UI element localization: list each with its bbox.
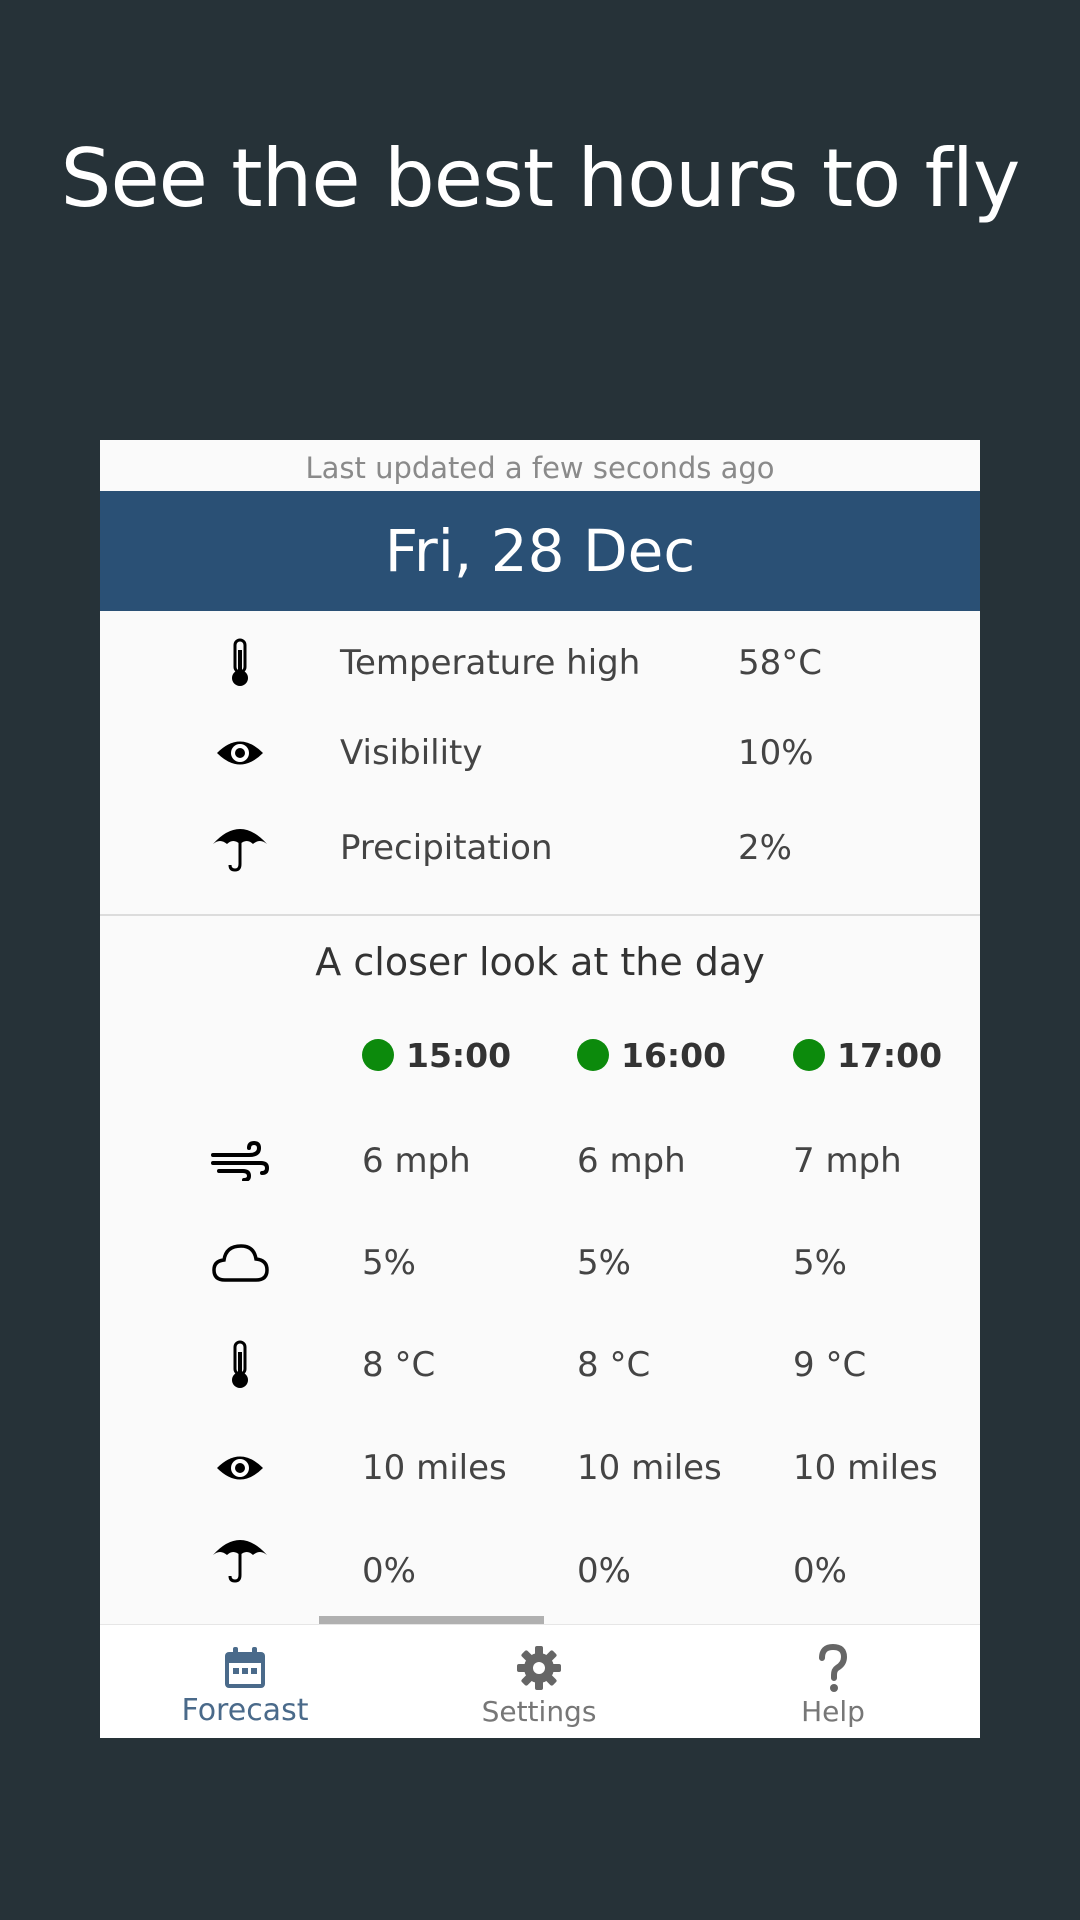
temperature-value: 9 °C	[793, 1345, 867, 1385]
umbrella-icon	[208, 821, 272, 875]
nav-settings-label: Settings	[481, 1695, 597, 1728]
temperature-value: 8 °C	[577, 1345, 651, 1385]
visibility-value: 10 miles	[362, 1448, 507, 1488]
hour-column-header[interactable]: 16:00	[577, 1030, 726, 1080]
umbrella-icon	[208, 1532, 272, 1586]
hour-column-header[interactable]: 17:00	[793, 1030, 942, 1080]
summary-row-temperature: Temperature high 58°C	[100, 628, 980, 698]
wind-value: 6 mph	[577, 1141, 686, 1181]
section-title: A closer look at the day	[315, 940, 765, 984]
status-dot	[362, 1039, 394, 1071]
detail-row-precipitation: 0% 0% 0%	[100, 1536, 980, 1606]
headline: See the best hours to fly	[60, 132, 1021, 225]
cloud-value: 5%	[793, 1243, 847, 1283]
detail-row-wind: 6 mph 6 mph 7 mph	[100, 1126, 980, 1196]
precipitation-value: 0%	[793, 1551, 847, 1591]
question-icon	[808, 1643, 858, 1693]
temperature-value: 8 °C	[362, 1345, 436, 1385]
summary-value: 2%	[738, 828, 792, 868]
gear-icon	[514, 1643, 564, 1693]
forecast-card: Last updated a few seconds ago Fri, 28 D…	[100, 440, 980, 1738]
wind-value: 6 mph	[362, 1141, 471, 1181]
summary-row-precipitation: Precipitation 2%	[100, 813, 980, 883]
nav-settings[interactable]: Settings	[439, 1625, 639, 1738]
hour-label: 15:00	[406, 1035, 512, 1075]
precipitation-value: 0%	[577, 1551, 631, 1591]
cloud-value: 5%	[577, 1243, 631, 1283]
nav-forecast-label: Forecast	[181, 1693, 309, 1728]
eye-icon	[208, 726, 272, 780]
thermometer-icon	[208, 1338, 272, 1392]
summary-row-visibility: Visibility 10%	[100, 718, 980, 788]
summary-label: Visibility	[340, 733, 483, 773]
bottom-navigation: Forecast Settings Help	[100, 1624, 980, 1738]
summary-value: 10%	[738, 733, 814, 773]
cloud-value: 5%	[362, 1243, 416, 1283]
summary-label: Temperature high	[340, 643, 641, 683]
wind-icon	[208, 1134, 272, 1188]
cloud-icon	[208, 1236, 272, 1290]
eye-icon	[208, 1441, 272, 1495]
status-dot	[577, 1039, 609, 1071]
hour-label: 16:00	[621, 1035, 727, 1075]
hour-column-header[interactable]: 15:00	[362, 1030, 511, 1080]
visibility-value: 10 miles	[577, 1448, 722, 1488]
nav-help-label: Help	[801, 1695, 865, 1728]
detail-row-temperature: 8 °C 8 °C 9 °C	[100, 1330, 980, 1400]
visibility-value: 10 miles	[793, 1448, 938, 1488]
hour-label: 17:00	[837, 1035, 943, 1075]
summary-label: Precipitation	[340, 828, 553, 868]
status-dot	[793, 1039, 825, 1071]
calendar-icon	[220, 1643, 270, 1693]
thermometer-icon	[208, 636, 272, 690]
precipitation-value: 0%	[362, 1551, 416, 1591]
last-updated-text: Last updated a few seconds ago	[305, 451, 775, 485]
date-header[interactable]: Fri, 28 Dec	[100, 491, 980, 611]
wind-value: 7 mph	[793, 1141, 902, 1181]
summary-value: 58°C	[738, 643, 823, 683]
nav-help[interactable]: Help	[733, 1625, 933, 1738]
nav-forecast[interactable]: Forecast	[145, 1625, 345, 1738]
detail-row-cloud: 5% 5% 5%	[100, 1228, 980, 1298]
detail-row-visibility: 10 miles 10 miles 10 miles	[100, 1433, 980, 1503]
divider	[100, 914, 980, 916]
